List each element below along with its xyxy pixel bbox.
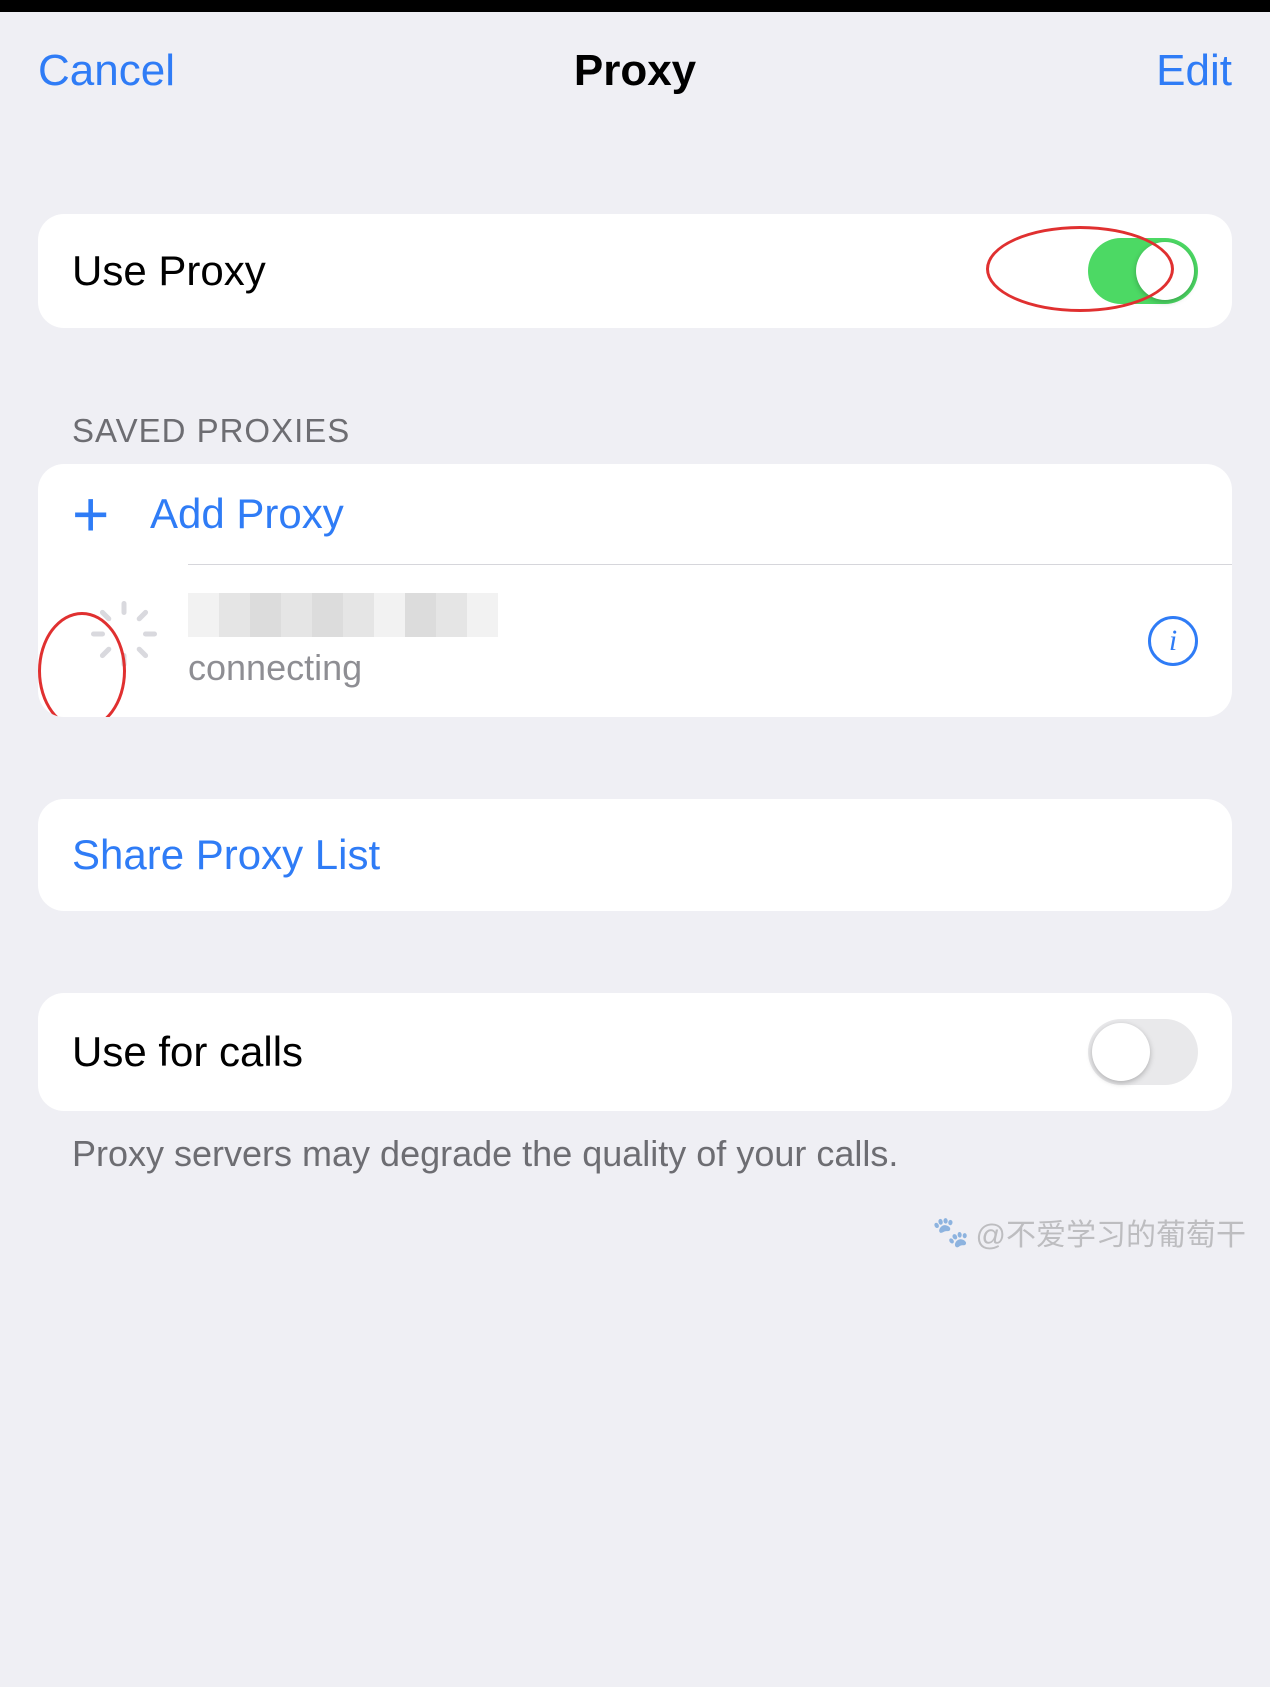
spinner-icon	[103, 620, 145, 662]
settings-sheet: Cancel Proxy Edit Use Proxy SAVED PROXIE…	[0, 12, 1270, 1175]
add-proxy-label: Add Proxy	[150, 490, 1198, 538]
use-for-calls-toggle[interactable]	[1088, 1019, 1198, 1085]
use-for-calls-row: Use for calls	[38, 993, 1232, 1111]
use-proxy-label: Use Proxy	[72, 247, 1088, 295]
paw-icon: 🐾	[932, 1215, 969, 1250]
status-bar-black	[0, 0, 1270, 12]
cancel-button[interactable]: Cancel	[38, 46, 175, 96]
saved-proxies-header: SAVED PROXIES	[72, 412, 1232, 450]
toggle-knob	[1092, 1023, 1150, 1081]
add-proxy-row[interactable]: + Add Proxy	[38, 464, 1232, 564]
saved-proxies-group: + Add Proxy	[38, 464, 1232, 717]
plus-icon: +	[72, 482, 150, 546]
proxy-entry-text: connecting	[188, 593, 1148, 689]
proxy-status: connecting	[188, 647, 1148, 689]
share-proxy-list-row[interactable]: Share Proxy List	[38, 799, 1232, 911]
use-for-calls-label: Use for calls	[72, 1028, 1088, 1076]
info-icon[interactable]: i	[1148, 616, 1198, 666]
watermark-text: @不爱学习的葡萄干	[976, 1210, 1246, 1254]
edit-button[interactable]: Edit	[1156, 46, 1232, 96]
share-proxy-list-label: Share Proxy List	[72, 831, 1198, 879]
use-proxy-row: Use Proxy	[38, 214, 1232, 328]
use-proxy-group: Use Proxy	[38, 214, 1232, 328]
header-bar: Cancel Proxy Edit	[0, 12, 1270, 116]
calls-footer-text: Proxy servers may degrade the quality of…	[72, 1133, 1232, 1175]
use-for-calls-group: Use for calls	[38, 993, 1232, 1111]
watermark: 🐾 @不爱学习的葡萄干	[932, 1210, 1246, 1254]
proxy-address-redacted	[188, 593, 498, 637]
proxy-entry-row[interactable]: connecting i	[38, 565, 1232, 717]
toggle-knob	[1136, 242, 1194, 300]
page-title: Proxy	[574, 46, 696, 95]
share-group: Share Proxy List	[38, 799, 1232, 911]
use-proxy-toggle[interactable]	[1088, 238, 1198, 304]
